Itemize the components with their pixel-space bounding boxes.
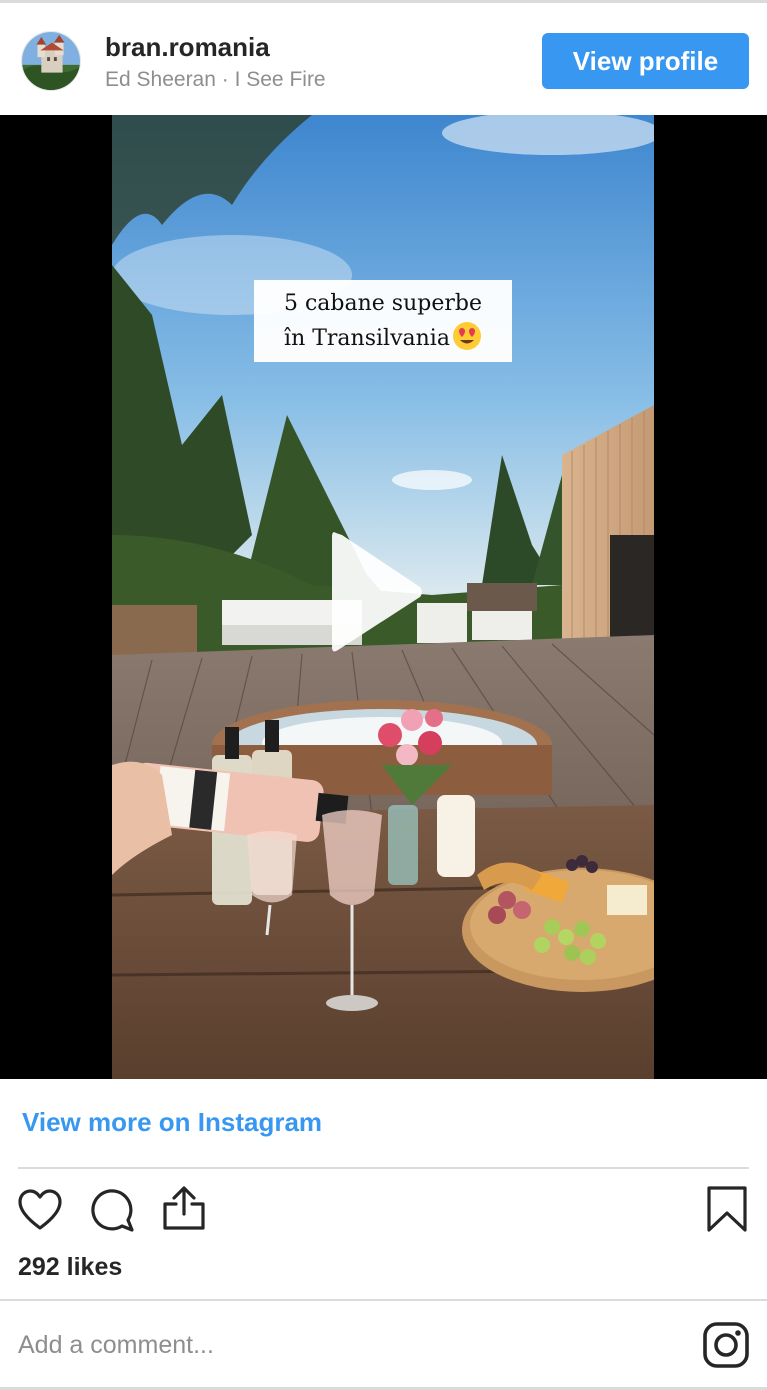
play-icon[interactable] bbox=[328, 527, 424, 657]
video-caption: 5 cabane superbe în Transilvania bbox=[254, 280, 512, 362]
instagram-logo-icon[interactable] bbox=[702, 1321, 750, 1369]
comment-bar bbox=[0, 1299, 767, 1387]
audio-track[interactable]: Ed Sheeran · I See Fire bbox=[105, 68, 326, 92]
view-profile-button[interactable]: View profile bbox=[542, 33, 749, 89]
comment-input[interactable] bbox=[18, 1325, 658, 1365]
username[interactable]: bran.romania bbox=[105, 32, 270, 63]
avatar[interactable] bbox=[21, 31, 81, 91]
heart-eyes-emoji-icon bbox=[452, 321, 482, 351]
post-header: bran.romania Ed Sheeran · I See Fire Vie… bbox=[0, 6, 767, 115]
likes-count[interactable]: 292 likes bbox=[18, 1253, 122, 1282]
video-frame[interactable]: 5 cabane superbe în Transilvania bbox=[112, 115, 654, 1079]
instagram-embed: bran.romania Ed Sheeran · I See Fire Vie… bbox=[0, 0, 767, 1390]
heart-icon[interactable] bbox=[16, 1186, 64, 1234]
caption-line-2-text: în Transilvania bbox=[284, 326, 450, 351]
media-container[interactable]: 5 cabane superbe în Transilvania bbox=[0, 115, 767, 1079]
footer-divider bbox=[18, 1167, 749, 1169]
share-icon[interactable] bbox=[160, 1184, 208, 1232]
bookmark-icon[interactable] bbox=[703, 1185, 751, 1233]
comment-icon[interactable] bbox=[88, 1186, 136, 1234]
caption-line-1: 5 cabane superbe bbox=[284, 291, 482, 316]
caption-line-2: în Transilvania bbox=[284, 321, 482, 356]
view-more-link[interactable]: View more on Instagram bbox=[22, 1107, 322, 1138]
